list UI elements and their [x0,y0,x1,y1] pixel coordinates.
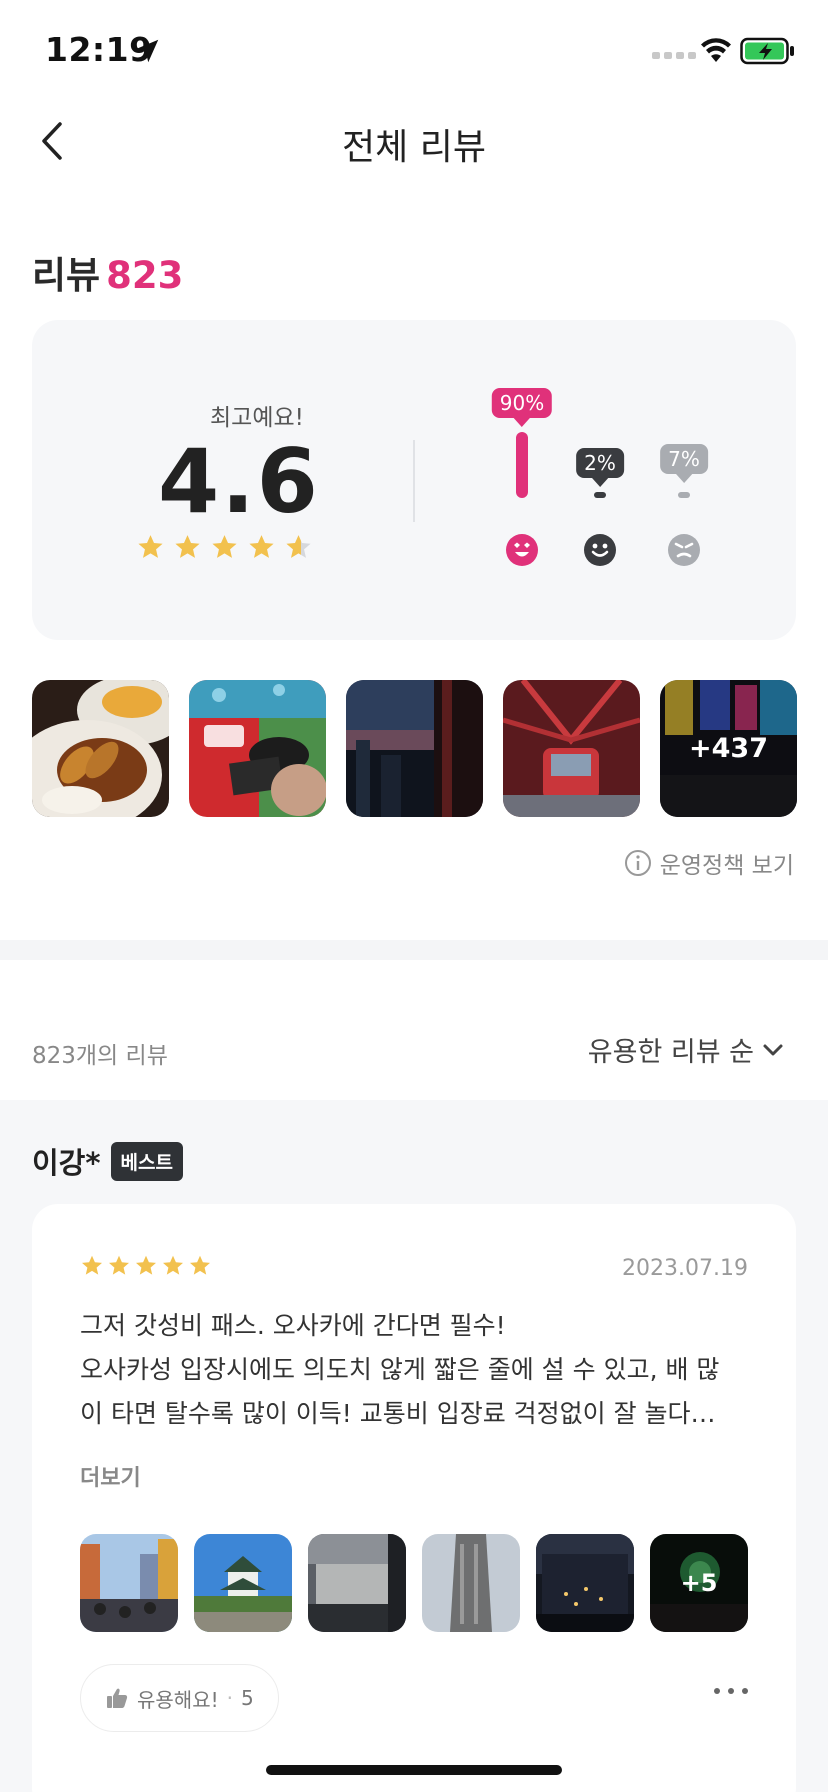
reviews-heading-label: 리뷰 [32,254,101,297]
review-card: 2023.07.19 그저 갓성비 패스. 오사카에 간다면 필수! 오사카성 … [32,1204,796,1792]
star-icon [136,1255,156,1275]
review-photo-tower[interactable] [422,1534,520,1632]
section-divider [0,940,828,960]
helpful-button[interactable]: 유용해요! · 5 [80,1664,279,1732]
review-photo-strip: +5 [80,1534,748,1632]
more-photos-count: +437 [660,680,797,817]
ferris-wheel-photo-image [503,680,640,817]
review-photo-dotonbori[interactable]: +437 [660,680,797,817]
star-icon [286,535,311,558]
distribution-bar-neutral [594,492,606,498]
battery-charging-icon [740,37,794,65]
review-list-header: 823개의 리뷰 유용한 리뷰 순 [0,960,828,1100]
read-more-link[interactable]: 더보기 [80,1460,141,1492]
rating-score: 4.6 [158,430,320,533]
home-indicator [266,1765,562,1775]
chevron-down-icon [763,1044,783,1055]
star-icon [212,535,237,558]
review-photo-night-city[interactable] [536,1534,634,1632]
distribution-neutral: 2% [560,320,640,640]
rating-label: 최고예요! [210,405,304,431]
food-photo-image [32,680,169,817]
page-title: 전체 리뷰 [342,127,486,168]
observatory-photo-image [308,1534,406,1632]
helpful-count: 5 [240,1686,254,1710]
photo-strip: +437 [32,680,797,817]
reviews-heading: 리뷰 823 [32,245,183,299]
helpful-separator: · [226,1686,233,1710]
policy-link[interactable]: 운영정책 보기 [624,846,794,880]
more-photos-count: +5 [650,1534,748,1632]
nav-bar: 전체 리뷰 [0,100,828,180]
review-item: 이강* 베스트 2023.07.19 그저 갓성비 패스. 오사카에 간다면 필… [0,1100,828,1792]
rating-stars [136,533,313,562]
star-icon [175,535,200,558]
night-city-photo-image [536,1534,634,1632]
review-text-line: 그저 갓성비 패스. 오사카에 간다면 필수! [80,1311,506,1340]
tower-photo-image [422,1534,520,1632]
distribution-bar-bad [678,492,690,498]
love-face-icon [506,534,538,566]
rating-summary-card: 최고예요! 4.6 90% 2% 7% [32,320,796,640]
info-icon [624,850,651,876]
percent-badge-best: 90% [491,388,553,418]
location-arrow-icon [135,39,159,63]
angry-face-icon [668,534,700,566]
review-text: 그저 갓성비 패스. 오사카에 간다면 필수! 오사카성 입장시에도 의도치 않… [80,1304,760,1436]
review-text-line: 오사카성 입장시에도 의도치 않게 짧은 줄에 설 수 있고, 배 많 [80,1355,720,1384]
distribution-bar-best [516,432,528,498]
helpful-label: 유용해요! [137,1687,219,1712]
review-stars [80,1254,212,1278]
sort-dropdown[interactable]: 유용한 리뷰 순 [588,1030,784,1069]
divider [413,440,415,522]
review-photo-food[interactable] [32,680,169,817]
review-photo-observatory[interactable] [308,1534,406,1632]
review-text-line: 이 타면 탈수록 많이 이득! 교통비 입장료 걱정없이 잘 놀다… [80,1399,716,1428]
star-icon [138,535,163,558]
star-icon [82,1255,102,1275]
review-photo-green-lights[interactable]: +5 [650,1534,748,1632]
castle-photo-image [194,1534,292,1632]
thumbs-up-icon [107,1688,128,1708]
reviewer-name: 이강* [32,1146,101,1180]
vr-booth-photo-image [189,680,326,817]
star-icon [190,1255,210,1275]
review-date: 2023.07.19 [622,1256,748,1281]
night-window-photo-image [346,680,483,817]
distribution-bad: 7% [644,320,724,640]
best-badge: 베스트 [110,1141,183,1181]
sort-label: 유용한 리뷰 순 [587,1037,754,1068]
review-photo-street[interactable] [80,1534,178,1632]
review-photo-ferris-wheel[interactable] [503,680,640,817]
status-bar: 12:19 [0,0,828,100]
star-icon [249,535,274,558]
reviews-count: 823 [106,254,184,297]
review-photo-night-window[interactable] [346,680,483,817]
reviewer: 이강* 베스트 [32,1140,183,1182]
more-options-icon[interactable] [714,1688,748,1694]
wifi-icon [701,38,731,62]
street-photo-image [80,1534,178,1632]
percent-badge-neutral: 2% [576,448,624,478]
star-icon [163,1255,183,1275]
signal-icon [652,52,696,59]
review-photo-castle[interactable] [194,1534,292,1632]
star-icon [109,1255,129,1275]
percent-badge-bad: 7% [660,444,708,474]
review-photo-vr-booth[interactable] [189,680,326,817]
distribution-best: 90% [482,320,562,640]
review-total-count: 823개의 리뷰 [32,1043,168,1069]
policy-link-label: 운영정책 보기 [659,853,794,879]
smile-face-icon [584,534,616,566]
